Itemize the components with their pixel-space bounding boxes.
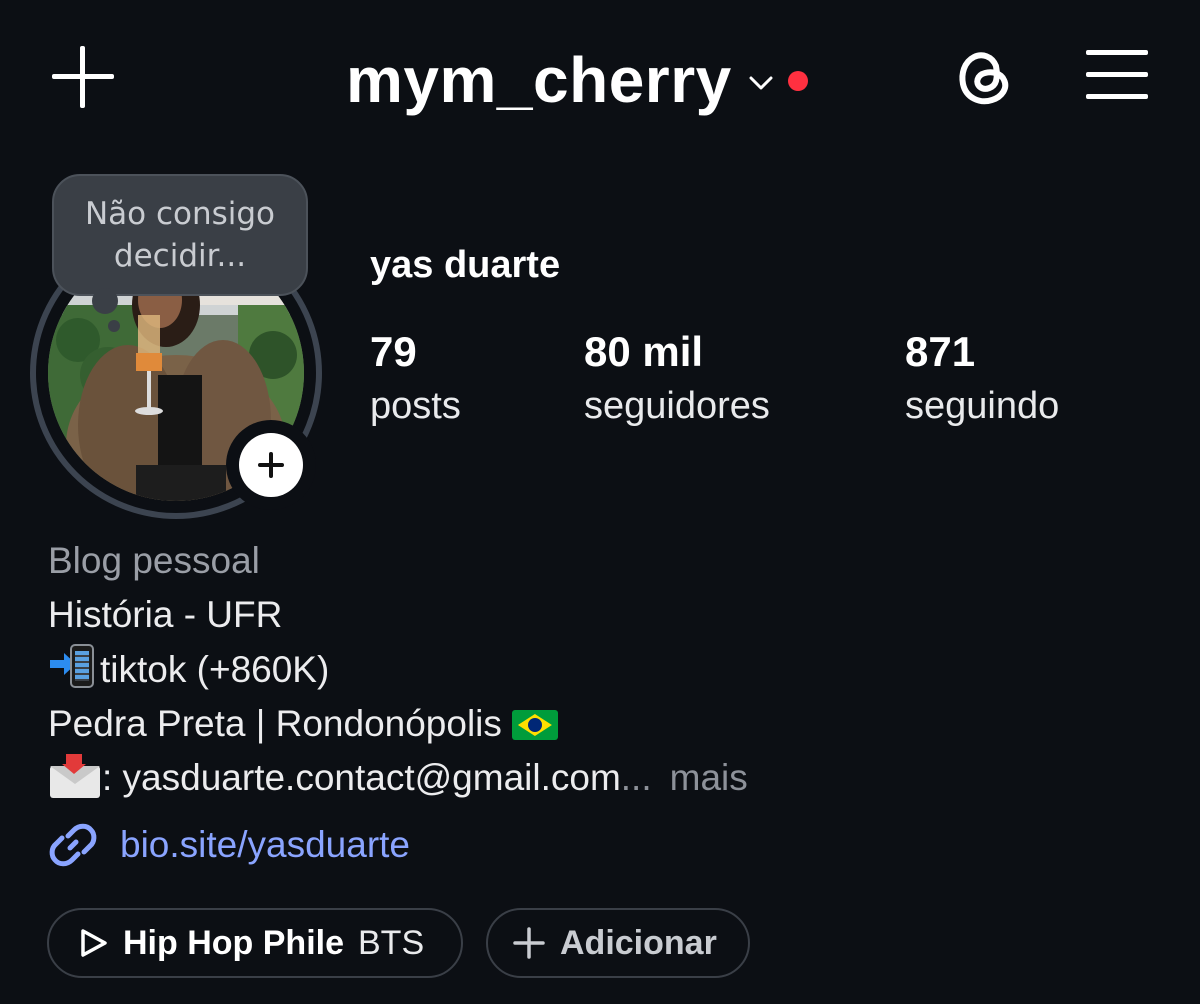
stat-followers-value: 80 mil [584,328,704,375]
bio-ellipsis: ... [620,757,652,798]
chevron-down-icon [749,76,773,90]
bio: Blog pessoal História - UFR tiktok (+860… [48,534,1148,805]
stat-posts[interactable]: 79 posts [370,326,461,434]
more-link[interactable]: mais [670,757,748,798]
threads-icon[interactable] [952,44,1018,110]
link-icon [49,823,97,867]
menu-icon[interactable] [1086,50,1148,100]
note-bubble[interactable]: Não consigo decidir... [52,174,308,296]
bio-line-email: : yasduarte.contact@gmail.com... mais [48,751,1148,805]
note-bubble-tail [92,288,118,314]
stat-following[interactable]: 871 seguindo [905,326,1059,434]
bio-category: Blog pessoal [48,540,260,581]
highlight-bts-title: Hip Hop Phile [123,923,344,962]
stat-following-value: 871 [905,328,976,375]
top-bar: mym_cherry [0,0,1200,160]
notification-dot [787,71,808,91]
highlight-bts-button[interactable]: Hip Hop Phile BTS [47,908,463,978]
add-highlight-button[interactable]: Adicionar [486,908,750,978]
play-icon [81,929,107,957]
plus-icon [513,927,545,959]
bio-email-text: : yasduarte.contact@gmail.com [102,757,621,798]
stat-following-label: seguindo [905,385,1060,427]
envelope-arrow-icon [48,754,102,798]
bio-link-text: bio.site/yasduarte [120,824,411,865]
note-text: Não consigo decidir... [84,196,276,274]
bio-line-location: Pedra Preta | Rondonópolis [48,697,1148,751]
username: mym_cherry [346,44,732,116]
note-bubble-tail-small [108,320,120,332]
bio-link[interactable]: bio.site/yasduarte [48,818,410,872]
highlight-bts-subtitle: BTS [358,923,425,962]
brazil-flag-icon [511,710,558,740]
bio-location-text: Pedra Preta | Rondonópolis [48,703,502,744]
bio-line-course: História - UFR [48,594,283,635]
stat-posts-label: posts [370,385,461,427]
add-highlight-label: Adicionar [560,923,717,962]
create-plus-icon[interactable] [52,46,114,108]
add-story-button[interactable] [226,420,316,510]
bio-tiktok-text: tiktok (+860K) [100,649,330,690]
stat-posts-value: 79 [370,328,417,375]
stat-followers-label: seguidores [584,385,770,427]
account-switcher[interactable]: mym_cherry [346,40,808,120]
mobile-phone-arrow-icon [48,642,100,690]
bio-line-tiktok: tiktok (+860K) [48,642,1148,697]
plus-icon [239,433,303,497]
display-name: yas duarte [370,244,561,286]
stat-followers[interactable]: 80 mil seguidores [584,326,770,434]
